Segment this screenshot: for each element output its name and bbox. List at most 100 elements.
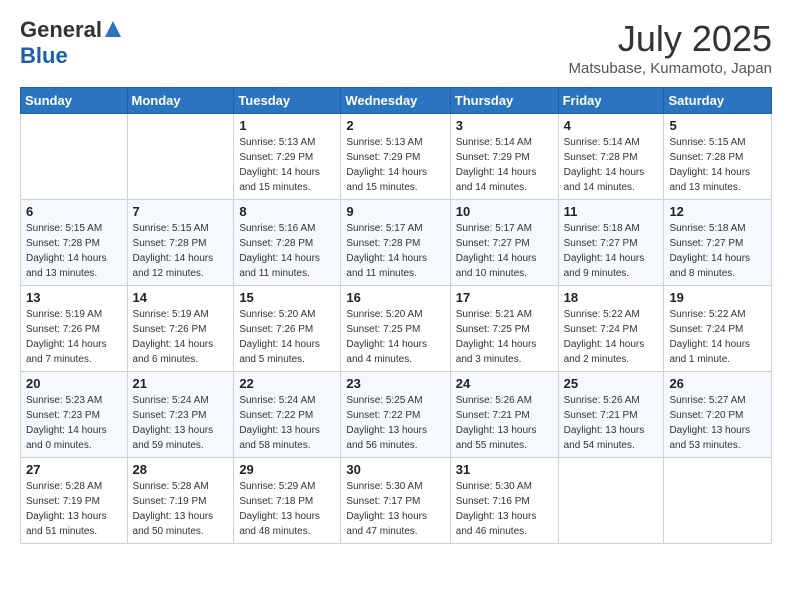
calendar-cell: 13Sunrise: 5:19 AMSunset: 7:26 PMDayligh… — [21, 286, 128, 372]
day-number: 6 — [26, 204, 122, 219]
day-info: Sunrise: 5:26 AMSunset: 7:21 PMDaylight:… — [456, 393, 553, 453]
day-info: Sunrise: 5:13 AMSunset: 7:29 PMDaylight:… — [239, 135, 335, 195]
day-number: 23 — [346, 376, 444, 391]
day-number: 1 — [239, 118, 335, 133]
logo-blue: Blue — [20, 43, 68, 68]
logo-icon — [103, 19, 123, 39]
day-number: 24 — [456, 376, 553, 391]
day-number: 5 — [669, 118, 766, 133]
day-info: Sunrise: 5:27 AMSunset: 7:20 PMDaylight:… — [669, 393, 766, 453]
day-info: Sunrise: 5:14 AMSunset: 7:29 PMDaylight:… — [456, 135, 553, 195]
day-info: Sunrise: 5:23 AMSunset: 7:23 PMDaylight:… — [26, 393, 122, 453]
calendar-cell: 21Sunrise: 5:24 AMSunset: 7:23 PMDayligh… — [127, 372, 234, 458]
calendar-cell: 3 Sunrise: 5:14 AMSunset: 7:29 PMDaylight… — [450, 114, 558, 200]
day-number: 18 — [564, 290, 659, 305]
calendar-cell: 8 Sunrise: 5:16 AMSunset: 7:28 PMDaylight… — [234, 200, 341, 286]
calendar-cell: 25 Sunrise: 5:26 AMSunset: 7:21 PMDayligh… — [558, 372, 664, 458]
day-info: Sunrise: 5:17 AMSunset: 7:27 PMDaylight:… — [456, 221, 553, 281]
calendar-cell: 28 Sunrise: 5:28 AMSunset: 7:19 PMDayligh… — [127, 458, 234, 544]
day-number: 3 — [456, 118, 553, 133]
day-number: 26 — [669, 376, 766, 391]
title-block: July 2025 Matsubase, Kumamoto, Japan — [569, 18, 772, 77]
day-number: 9 — [346, 204, 444, 219]
day-info: Sunrise: 5:16 AMSunset: 7:28 PMDaylight:… — [239, 221, 335, 281]
day-info: Sunrise: 5:30 AMSunset: 7:17 PMDaylight:… — [346, 479, 444, 539]
calendar-cell: 18 Sunrise: 5:22 AMSunset: 7:24 PMDayligh… — [558, 286, 664, 372]
calendar-cell — [664, 458, 772, 544]
day-info: Sunrise: 5:25 AMSunset: 7:22 PMDaylight:… — [346, 393, 444, 453]
day-info: Sunrise: 5:15 AMSunset: 7:28 PMDaylight:… — [133, 221, 229, 281]
day-info: Sunrise: 5:14 AMSunset: 7:28 PMDaylight:… — [564, 135, 659, 195]
calendar-cell: 6Sunrise: 5:15 AMSunset: 7:28 PMDaylight… — [21, 200, 128, 286]
col-sunday: Sunday — [21, 88, 128, 114]
logo: General Blue — [20, 18, 124, 68]
day-number: 12 — [669, 204, 766, 219]
calendar-cell: 12 Sunrise: 5:18 AMSunset: 7:27 PMDayligh… — [664, 200, 772, 286]
day-number: 25 — [564, 376, 659, 391]
day-number: 14 — [133, 290, 229, 305]
day-number: 30 — [346, 462, 444, 477]
day-info: Sunrise: 5:28 AMSunset: 7:19 PMDaylight:… — [133, 479, 229, 539]
calendar-week-row: 27Sunrise: 5:28 AMSunset: 7:19 PMDayligh… — [21, 458, 772, 544]
calendar-cell: 24 Sunrise: 5:26 AMSunset: 7:21 PMDayligh… — [450, 372, 558, 458]
col-wednesday: Wednesday — [341, 88, 450, 114]
calendar-header-row: Sunday Monday Tuesday Wednesday Thursday… — [21, 88, 772, 114]
day-number: 11 — [564, 204, 659, 219]
calendar-cell: 23 Sunrise: 5:25 AMSunset: 7:22 PMDayligh… — [341, 372, 450, 458]
day-info: Sunrise: 5:24 AMSunset: 7:22 PMDaylight:… — [239, 393, 335, 453]
calendar-cell: 2 Sunrise: 5:13 AMSunset: 7:29 PMDaylight… — [341, 114, 450, 200]
day-info: Sunrise: 5:20 AMSunset: 7:25 PMDaylight:… — [346, 307, 444, 367]
calendar-cell: 1 Sunrise: 5:13 AMSunset: 7:29 PMDaylight… — [234, 114, 341, 200]
calendar-cell: 4 Sunrise: 5:14 AMSunset: 7:28 PMDaylight… — [558, 114, 664, 200]
day-info: Sunrise: 5:20 AMSunset: 7:26 PMDaylight:… — [239, 307, 335, 367]
month-title: July 2025 — [569, 18, 772, 60]
day-info: Sunrise: 5:15 AMSunset: 7:28 PMDaylight:… — [669, 135, 766, 195]
logo-blue-text: Blue — [20, 44, 124, 68]
calendar-cell: 20 Sunrise: 5:23 AMSunset: 7:23 PMDayligh… — [21, 372, 128, 458]
calendar-cell: 27Sunrise: 5:28 AMSunset: 7:19 PMDayligh… — [21, 458, 128, 544]
calendar-cell — [558, 458, 664, 544]
day-number: 29 — [239, 462, 335, 477]
day-number: 4 — [564, 118, 659, 133]
day-number: 22 — [239, 376, 335, 391]
calendar-cell: 15 Sunrise: 5:20 AMSunset: 7:26 PMDayligh… — [234, 286, 341, 372]
day-number: 15 — [239, 290, 335, 305]
calendar-cell: 9 Sunrise: 5:17 AMSunset: 7:28 PMDaylight… — [341, 200, 450, 286]
day-info: Sunrise: 5:18 AMSunset: 7:27 PMDaylight:… — [669, 221, 766, 281]
day-number: 20 — [26, 376, 122, 391]
day-info: Sunrise: 5:17 AMSunset: 7:28 PMDaylight:… — [346, 221, 444, 281]
day-info: Sunrise: 5:21 AMSunset: 7:25 PMDaylight:… — [456, 307, 553, 367]
calendar-cell: 29Sunrise: 5:29 AMSunset: 7:18 PMDayligh… — [234, 458, 341, 544]
calendar-cell: 10Sunrise: 5:17 AMSunset: 7:27 PMDayligh… — [450, 200, 558, 286]
logo-text: General — [20, 18, 124, 44]
calendar-cell: 30 Sunrise: 5:30 AMSunset: 7:17 PMDayligh… — [341, 458, 450, 544]
day-number: 28 — [133, 462, 229, 477]
col-friday: Friday — [558, 88, 664, 114]
col-thursday: Thursday — [450, 88, 558, 114]
calendar-week-row: 1 Sunrise: 5:13 AMSunset: 7:29 PMDaylight… — [21, 114, 772, 200]
day-info: Sunrise: 5:26 AMSunset: 7:21 PMDaylight:… — [564, 393, 659, 453]
calendar-cell — [21, 114, 128, 200]
day-info: Sunrise: 5:13 AMSunset: 7:29 PMDaylight:… — [346, 135, 444, 195]
day-info: Sunrise: 5:18 AMSunset: 7:27 PMDaylight:… — [564, 221, 659, 281]
calendar-table: Sunday Monday Tuesday Wednesday Thursday… — [20, 87, 772, 544]
calendar-cell: 14Sunrise: 5:19 AMSunset: 7:26 PMDayligh… — [127, 286, 234, 372]
day-number: 19 — [669, 290, 766, 305]
logo-general: General — [20, 17, 102, 42]
day-number: 2 — [346, 118, 444, 133]
day-number: 21 — [133, 376, 229, 391]
day-number: 8 — [239, 204, 335, 219]
col-monday: Monday — [127, 88, 234, 114]
calendar-cell: 19Sunrise: 5:22 AMSunset: 7:24 PMDayligh… — [664, 286, 772, 372]
col-tuesday: Tuesday — [234, 88, 341, 114]
calendar-cell: 16 Sunrise: 5:20 AMSunset: 7:25 PMDayligh… — [341, 286, 450, 372]
header: General Blue July 2025 Matsubase, Kumamo… — [20, 18, 772, 77]
calendar-cell: 31Sunrise: 5:30 AMSunset: 7:16 PMDayligh… — [450, 458, 558, 544]
day-number: 16 — [346, 290, 444, 305]
calendar-cell: 11 Sunrise: 5:18 AMSunset: 7:27 PMDayligh… — [558, 200, 664, 286]
col-saturday: Saturday — [664, 88, 772, 114]
page: General Blue July 2025 Matsubase, Kumamo… — [0, 0, 792, 612]
calendar-cell: 5 Sunrise: 5:15 AMSunset: 7:28 PMDaylight… — [664, 114, 772, 200]
day-info: Sunrise: 5:22 AMSunset: 7:24 PMDaylight:… — [564, 307, 659, 367]
calendar-cell — [127, 114, 234, 200]
